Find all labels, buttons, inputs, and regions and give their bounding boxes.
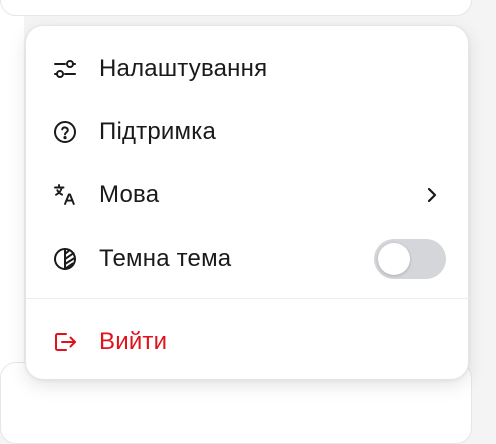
contrast-icon [52,246,78,272]
menu-item-label: Налаштування [99,55,268,82]
translate-icon [52,182,78,208]
menu-item-support[interactable]: Підтримка [26,104,470,160]
toggle-knob [378,243,410,275]
logout-label: Вийти [99,328,168,355]
menu-item-label: Темна тема [99,245,232,272]
help-circle-icon [52,119,78,145]
menu-item-label: Підтримка [99,118,217,145]
menu-divider [26,298,470,299]
chevron-right-icon [422,185,442,205]
sliders-icon [52,56,78,82]
menu-item-label: Мова [99,181,160,208]
background-panel [0,0,24,406]
logout-button[interactable]: Вийти [26,314,470,370]
dark-theme-toggle[interactable] [374,239,446,279]
background-card-top [0,0,472,16]
menu-item-dark-theme[interactable]: Темна тема [26,231,470,287]
menu-item-settings[interactable]: Налаштування [26,41,470,97]
logout-icon [52,329,78,355]
menu-item-language[interactable]: Мова [26,167,470,223]
account-dropdown-menu: Налаштування Підтримка Мова Темна тема В… [25,25,470,380]
